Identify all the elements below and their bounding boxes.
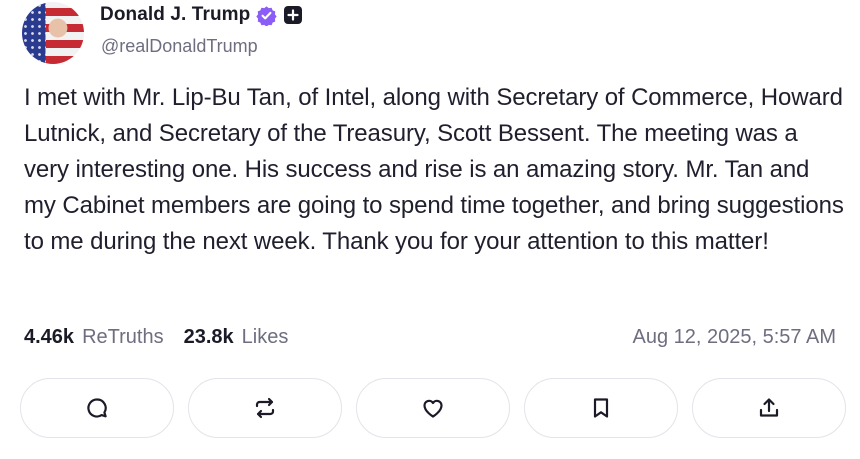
share-button[interactable]	[692, 378, 846, 438]
share-icon	[759, 398, 779, 417]
retruth-button[interactable]	[188, 378, 342, 438]
like-icon	[423, 399, 443, 418]
author-row: Donald J. Trump	[100, 4, 303, 26]
post-card: Donald J. Trump @realDonaldTrump I met w…	[0, 0, 860, 459]
bookmark-icon	[593, 398, 609, 418]
reply-button[interactable]	[20, 378, 174, 438]
likes-count[interactable]: 23.8k	[184, 326, 234, 349]
author-handle[interactable]: @realDonaldTrump	[101, 36, 258, 57]
bookmark-button[interactable]	[524, 378, 678, 438]
like-button[interactable]	[356, 378, 510, 438]
plus-icon[interactable]	[283, 5, 303, 25]
likes-label[interactable]: Likes	[242, 326, 289, 349]
post-timestamp[interactable]: Aug 12, 2025, 5:57 AM	[633, 326, 837, 349]
reply-icon	[87, 398, 107, 418]
post-text: I met with Mr. Lip-Bu Tan, of Intel, alo…	[24, 84, 844, 255]
retruths-label[interactable]: ReTruths	[82, 326, 164, 349]
verified-badge-icon	[256, 5, 278, 26]
author-name[interactable]: Donald J. Trump	[100, 4, 250, 26]
retruths-count[interactable]: 4.46k	[24, 326, 74, 349]
post-stats: 4.46k ReTruths 23.8k Likes	[24, 326, 300, 349]
avatar[interactable]	[22, 2, 84, 64]
action-bar	[20, 378, 846, 438]
retruth-icon	[255, 397, 275, 419]
